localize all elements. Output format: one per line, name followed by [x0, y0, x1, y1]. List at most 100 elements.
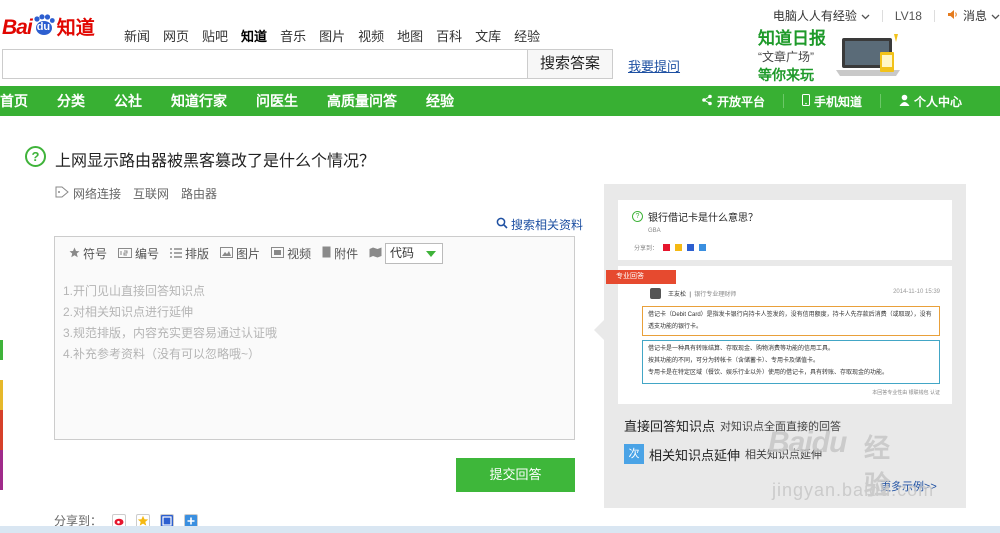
top-nav-news[interactable]: 新闻 [124, 26, 150, 45]
answer-panel: ? 上网显示路由器被黑客篡改了是什么个情况？ 网络连接 互联网 路由器 搜索相关… [0, 116, 1000, 533]
legend-main-point: 主 直接回答知识点 对知识点全面直接的回答 [624, 416, 954, 533]
top-nav-images[interactable]: 图片 [319, 26, 345, 45]
top-nav-baike[interactable]: 百科 [436, 26, 462, 45]
toolbar-video-button[interactable]: 视频 [271, 245, 311, 262]
top-header: Bai du 知道 新闻 网页 贴吧 知道 音乐 图片 视频 地图 百科 文库 … [0, 0, 1000, 86]
search-answers-button[interactable]: 搜索答案 [527, 49, 613, 79]
hint-line: 3.规范排版，内容充实更容易通过认证哦 [63, 326, 278, 340]
messages-link[interactable]: 消息 [963, 7, 987, 24]
answerer-info: 王友松 | 银行专业理财师 [668, 292, 737, 298]
toolbar-attachment-button[interactable]: 附件 [322, 245, 358, 262]
answerer-name: 王友松 [668, 292, 687, 298]
more-examples-link[interactable]: 更多示例>> [880, 478, 937, 494]
open-platform-link[interactable]: 开放平台 [701, 93, 765, 110]
extended-line: 专用卡是在特定区域（餐饮、娱乐行业以外）使用的借记卡，具有转账、存取现金的功能。 [648, 370, 889, 376]
extension-icon: 次 [624, 444, 644, 464]
nav-commune[interactable]: 公社 [114, 91, 142, 111]
editor-placeholder-hints: 1.开门见山直接回答知识点 2.对相关知识点进行延伸 3.规范排版，内容充实更容… [63, 281, 277, 365]
code-select-value: 代码 [390, 246, 415, 260]
top-nav-zhidao[interactable]: 知道 [241, 26, 267, 45]
ask-question-link[interactable]: 我要提问 [628, 56, 680, 75]
extended-line: 借记卡是一种具有转账结算、存取现金、购物消费等功能的信用工具。 [648, 346, 835, 352]
more-share-plus-icon [699, 244, 707, 251]
list-icon [170, 247, 183, 261]
direct-answer-box: 借记卡（Debit Card）是指发卡银行向持卡人签发的，没有信用额度，持卡人先… [642, 306, 940, 336]
toolbar-symbol-button[interactable]: 符号 [69, 245, 107, 262]
example-share-row: 分享到： [634, 243, 707, 252]
user-bar: 电脑人人有经验 LV18 消息 [773, 7, 1000, 24]
search-input[interactable] [2, 49, 528, 79]
legend-desc: 相关知识点延伸 [745, 449, 823, 461]
divider [881, 9, 883, 22]
tag-network-connection[interactable]: 网络连接 [73, 185, 121, 202]
professional-answer-badge: 专业回答 [606, 270, 676, 284]
daily-promo-banner[interactable]: 知道日报 “文章广场” 等你来玩 [748, 24, 908, 84]
mobile-zhidao-link[interactable]: 手机知道 [801, 93, 862, 110]
promo-title: 知道日报 [758, 29, 826, 49]
legend-title: 直接回答知识点 [624, 419, 716, 434]
tag-router[interactable]: 路由器 [181, 185, 217, 202]
toolbar-image-button[interactable]: 图片 [220, 245, 260, 262]
mobile-zhidao-label: 手机知道 [813, 94, 862, 109]
example-answer-card: 王友松 | 银行专业理财师 2014-11-10 15:39 借记卡（Debit… [618, 266, 952, 404]
tag-internet[interactable]: 互联网 [133, 185, 169, 202]
search-related-link[interactable]: 搜索相关资料 [496, 216, 583, 233]
answer-editor[interactable]: 符号 编号 排版 图片 视频 附件 代码 1.开门见山直接回答知识点 2.对相关… [54, 236, 575, 440]
top-nav-jingyan[interactable]: 经验 [514, 26, 540, 45]
main-nav-bar: 首页 分类 公社 知道行家 问医生 高质量问答 经验 开放平台 手机知道 个人中… [0, 86, 1000, 116]
bottom-strip [0, 526, 1000, 533]
open-platform-label: 开放平台 [716, 94, 765, 109]
toolbar-attachment-label: 附件 [334, 247, 359, 261]
question-title[interactable]: 上网显示路由器被黑客篡改了是什么个情况？ [55, 147, 375, 171]
nav-categories[interactable]: 分类 [57, 91, 85, 111]
example-question-card: ? 银行借记卡是什么意思？ GBA 分享到： [618, 200, 952, 260]
panel-pointer-arrow [594, 320, 604, 340]
baidu-zhidao-logo[interactable]: Bai du 知道 [2, 12, 95, 40]
phone-icon [801, 93, 810, 109]
top-nav-map[interactable]: 地图 [397, 26, 423, 45]
map-icon [369, 247, 382, 261]
weibo-share-icon [663, 244, 671, 251]
chevron-down-icon[interactable] [991, 9, 1000, 23]
divider [933, 9, 935, 22]
toolbar-layout-button[interactable]: 排版 [170, 245, 209, 262]
answerer-role: 银行专业理财师 [694, 292, 737, 298]
question-icon: ? [25, 146, 46, 167]
username[interactable]: 电脑人人有经验 [773, 7, 857, 24]
editor-toolbar: 符号 编号 排版 图片 视频 附件 [69, 245, 409, 262]
answer-example-panel: ? 银行借记卡是什么意思？ GBA 分享到： 王友松 | 银行专业理财师 201… [594, 184, 966, 533]
submit-answer-button[interactable]: 提交回答 [456, 458, 575, 492]
personal-center-link[interactable]: 个人中心 [899, 93, 962, 110]
user-level[interactable]: LV18 [895, 9, 922, 23]
top-nav-tieba[interactable]: 贴吧 [202, 26, 228, 45]
toolbar-layout-label: 排版 [185, 247, 210, 261]
example-question-tag: GBA [648, 228, 661, 234]
toolbar-numbering-button[interactable]: 编号 [118, 245, 159, 262]
chevron-down-icon[interactable] [861, 9, 870, 23]
tag-icon [55, 186, 69, 201]
answerer-avatar [650, 288, 661, 299]
video-icon [271, 246, 285, 261]
code-language-select[interactable]: 代码 [385, 243, 443, 264]
promo-line3: 等你来玩 [758, 68, 814, 84]
dropdown-triangle-icon [426, 251, 436, 257]
example-share-label: 分享到： [634, 246, 659, 252]
nav-jingyan[interactable]: 经验 [426, 91, 454, 111]
qzone-share-icon [675, 244, 683, 251]
nav-experts[interactable]: 知道行家 [171, 91, 227, 111]
search-icon [496, 217, 508, 232]
top-nav-video[interactable]: 视频 [358, 26, 384, 45]
nav-home[interactable]: 首页 [0, 91, 28, 111]
top-nav-music[interactable]: 音乐 [280, 26, 306, 45]
answer-date: 2014-11-10 15:39 [893, 289, 940, 295]
hint-line: 2.对相关知识点进行延伸 [63, 305, 194, 319]
speaker-icon [947, 9, 959, 23]
top-nav-wenku[interactable]: 文库 [475, 26, 501, 45]
extended-answer-box: 借记卡是一种具有转账结算、存取现金、购物消费等功能的信用工具。 按其功能的不同，… [642, 340, 940, 384]
nav-ask-doctor[interactable]: 问医生 [256, 91, 298, 111]
top-nav-web[interactable]: 网页 [163, 26, 189, 45]
logo-bai-text: Bai [2, 16, 33, 39]
hint-line: 1.开门见山直接回答知识点 [63, 284, 206, 298]
nav-quality-qa[interactable]: 高质量问答 [327, 91, 397, 111]
toolbar-image-label: 图片 [236, 247, 261, 261]
